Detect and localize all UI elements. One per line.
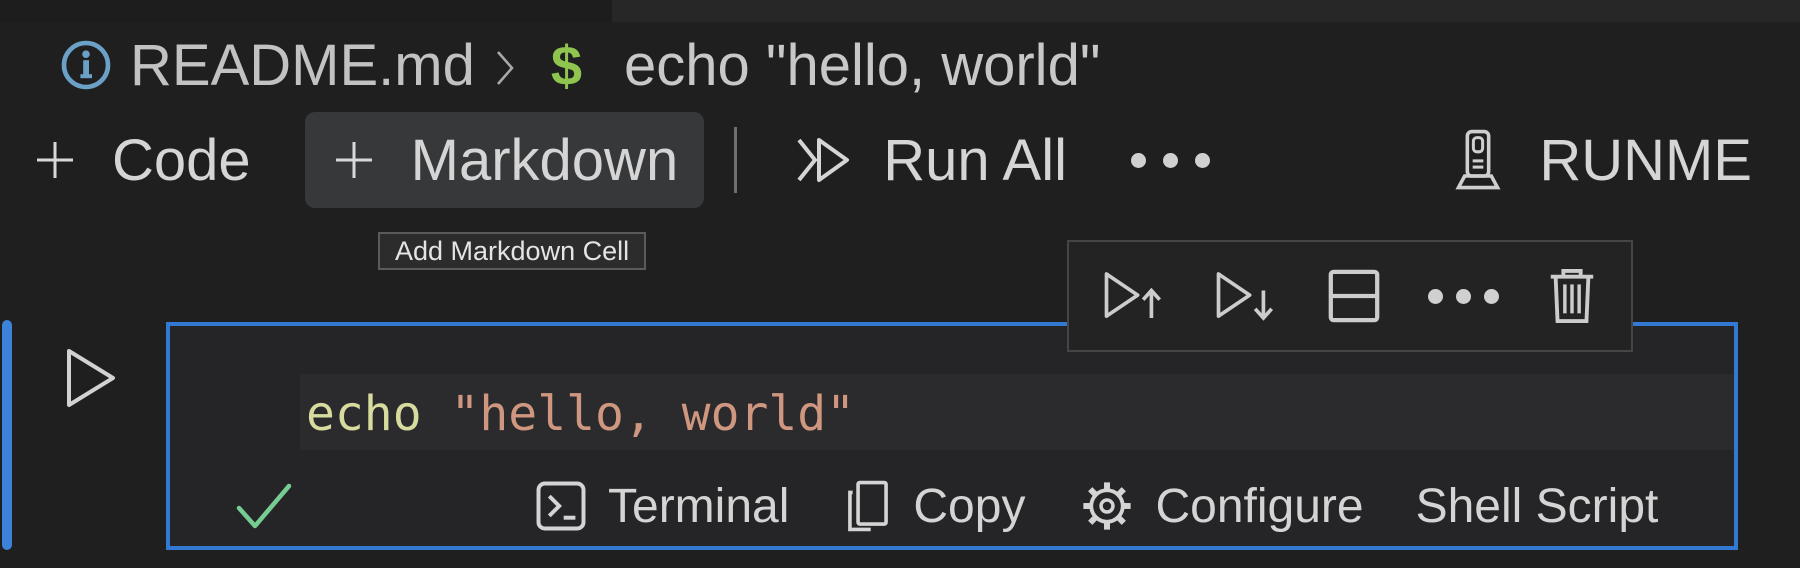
plus-icon <box>32 137 78 183</box>
play-arrow-down-icon <box>1213 266 1279 326</box>
execute-below-button[interactable] <box>1213 266 1279 326</box>
copy-label: Copy <box>913 479 1026 533</box>
code-editor[interactable]: echo "hello, world" <box>306 384 855 444</box>
ellipsis-icon <box>1428 288 1444 304</box>
breadcrumb-command[interactable]: echo "hello, world" <box>624 32 1100 99</box>
code-token-command: echo <box>306 386 422 442</box>
cell-focus-indicator[interactable] <box>2 320 12 550</box>
tooltip-add-markdown-cell: Add Markdown Cell <box>378 232 647 270</box>
trash-icon <box>1545 266 1599 326</box>
ellipsis-icon <box>1194 152 1210 168</box>
cell-toolbar <box>1067 240 1633 352</box>
copy-button[interactable]: Copy <box>843 478 1025 534</box>
configure-label: Configure <box>1155 479 1364 533</box>
more-actions-button[interactable] <box>1117 112 1224 208</box>
tooltip-text: Add Markdown Cell <box>395 235 630 266</box>
runme-button[interactable]: RUNME <box>1447 106 1752 214</box>
runme-label: RUNME <box>1539 127 1752 193</box>
ellipsis-icon <box>1162 152 1178 168</box>
run-all-label: Run All <box>883 127 1067 193</box>
gear-icon <box>1079 478 1135 534</box>
cell-language-indicator[interactable]: Shell Script <box>1416 479 1659 534</box>
terminal-button[interactable]: Terminal <box>534 478 789 534</box>
plus-icon <box>331 137 377 183</box>
language-label: Shell Script <box>1415 479 1659 533</box>
breadcrumb-shell-symbol[interactable]: $ <box>551 33 582 98</box>
split-cell-icon <box>1325 266 1383 326</box>
breadcrumb-file[interactable]: README.md <box>130 32 475 99</box>
info-icon <box>60 39 112 91</box>
code-cell[interactable]: echo "hello, world" Terminal Copy Config… <box>166 322 1738 550</box>
run-all-button[interactable]: Run All <box>767 112 1093 208</box>
add-code-cell-label: Code <box>112 127 251 193</box>
runme-rocket-icon <box>1447 128 1509 192</box>
tab-bar <box>0 0 1800 22</box>
toolbar-divider <box>734 127 738 193</box>
ellipsis-icon <box>1130 152 1146 168</box>
execute-above-button[interactable] <box>1101 266 1167 326</box>
add-markdown-cell-label: Markdown <box>410 127 679 193</box>
success-check-icon <box>234 481 294 531</box>
terminal-label: Terminal <box>608 479 790 533</box>
play-icon <box>64 346 118 410</box>
notebook-toolbar: Code Markdown Run All RUNME <box>0 106 1800 214</box>
cell-status-bar: Terminal Copy Configure Shell Script <box>170 466 1734 546</box>
chevron-right-icon <box>495 49 517 87</box>
run-all-icon <box>793 132 853 188</box>
add-markdown-cell-button[interactable]: Markdown <box>304 112 705 208</box>
copy-icon <box>843 478 893 534</box>
configure-button[interactable]: Configure <box>1079 478 1364 534</box>
terminal-icon <box>534 478 588 534</box>
cell-more-actions-button[interactable] <box>1428 288 1500 304</box>
delete-cell-button[interactable] <box>1545 266 1599 326</box>
add-code-cell-button[interactable]: Code <box>6 112 277 208</box>
ellipsis-icon <box>1456 288 1472 304</box>
ellipsis-icon <box>1484 288 1500 304</box>
play-arrow-up-icon <box>1101 266 1167 326</box>
active-tab[interactable] <box>0 0 612 22</box>
code-token-string: "hello, world" <box>421 386 856 442</box>
notebook-editor: README.md $ echo "hello, world" Code Mar… <box>0 0 1800 568</box>
run-cell-button[interactable] <box>64 346 118 410</box>
split-cell-button[interactable] <box>1325 266 1383 326</box>
breadcrumb: README.md $ echo "hello, world" <box>0 22 1800 108</box>
